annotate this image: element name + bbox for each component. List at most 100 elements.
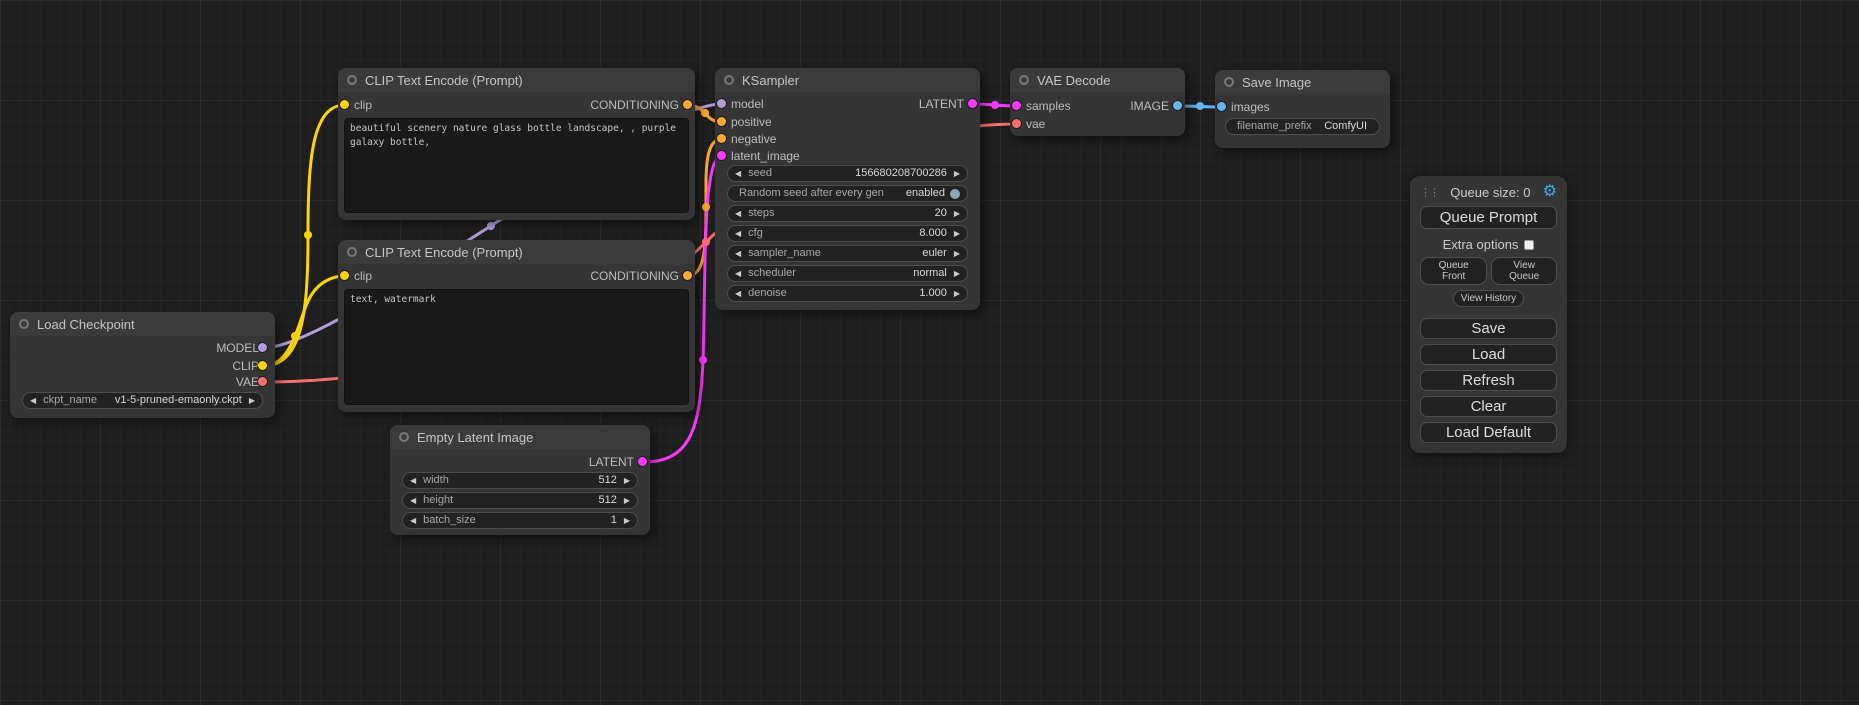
refresh-button[interactable]: Refresh <box>1420 370 1557 391</box>
random-seed-toggle-widget[interactable]: Random seed after every gen enabled <box>727 185 968 202</box>
collapse-dot-icon[interactable] <box>399 432 409 442</box>
collapse-dot-icon[interactable] <box>347 75 357 85</box>
node-title-bar[interactable]: CLIP Text Encode (Prompt) <box>338 240 695 264</box>
next-value-arrow-icon[interactable]: ▶ <box>954 250 960 258</box>
save-button[interactable]: Save <box>1420 318 1557 339</box>
prev-value-arrow-icon[interactable]: ◀ <box>735 270 741 278</box>
node-save-image[interactable]: Save Image images filename_prefix ComfyU… <box>1215 70 1390 148</box>
collapse-dot-icon[interactable] <box>347 247 357 257</box>
height-widget[interactable]: ◀ height 512 ▶ <box>402 492 638 509</box>
clear-button[interactable]: Clear <box>1420 396 1557 417</box>
clip-input-dot[interactable] <box>340 271 349 280</box>
node-title-bar[interactable]: VAE Decode <box>1010 68 1185 92</box>
sampler-name-widget[interactable]: ◀ sampler_name euler ▶ <box>727 245 968 262</box>
vae-output-label: VAE <box>236 375 259 389</box>
view-history-button[interactable]: View History <box>1453 290 1524 307</box>
clip-input-label: clip <box>354 269 372 283</box>
latent-output-dot[interactable] <box>968 99 977 108</box>
node-graph-canvas[interactable]: Load Checkpoint MODEL CLIP VAE ◀ ckpt_na… <box>0 0 1859 705</box>
image-output-dot[interactable] <box>1173 101 1182 110</box>
node-title: Empty Latent Image <box>417 430 533 445</box>
node-title-bar[interactable]: Save Image <box>1215 70 1390 94</box>
node-title-bar[interactable]: CLIP Text Encode (Prompt) <box>338 68 695 92</box>
collapse-dot-icon[interactable] <box>1224 77 1234 87</box>
negative-input-dot[interactable] <box>717 134 726 143</box>
width-widget[interactable]: ◀ width 512 ▶ <box>402 472 638 489</box>
view-queue-button[interactable]: View Queue <box>1491 257 1557 285</box>
clip-input-dot[interactable] <box>340 100 349 109</box>
collapse-dot-icon[interactable] <box>1019 75 1029 85</box>
node-vae-decode[interactable]: VAE Decode samples vae IMAGE <box>1010 68 1185 136</box>
clip-output-dot[interactable] <box>258 361 267 370</box>
next-value-arrow-icon[interactable]: ▶ <box>954 170 960 178</box>
vae-input-dot[interactable] <box>1012 119 1021 128</box>
seed-widget[interactable]: ◀ seed 156680208700286 ▶ <box>727 165 968 182</box>
load-default-button[interactable]: Load Default <box>1420 422 1557 443</box>
next-value-arrow-icon[interactable]: ▶ <box>624 497 630 505</box>
prev-value-arrow-icon[interactable]: ◀ <box>735 170 741 178</box>
model-input-dot[interactable] <box>717 99 726 108</box>
widget-label: sampler_name <box>748 248 821 259</box>
positive-prompt-textarea[interactable]: beautiful scenery nature glass bottle la… <box>344 118 689 213</box>
widget-value: 1.000 <box>919 288 947 299</box>
node-clip-text-encode-positive[interactable]: CLIP Text Encode (Prompt) clip CONDITION… <box>338 68 695 220</box>
positive-input-dot[interactable] <box>717 117 726 126</box>
samples-input-dot[interactable] <box>1012 101 1021 110</box>
node-clip-text-encode-negative[interactable]: CLIP Text Encode (Prompt) clip CONDITION… <box>338 240 695 412</box>
prev-value-arrow-icon[interactable]: ◀ <box>410 517 416 525</box>
next-value-arrow-icon[interactable]: ▶ <box>624 477 630 485</box>
latent-image-input-label: latent_image <box>731 149 800 163</box>
node-title-bar[interactable]: Load Checkpoint <box>10 312 275 336</box>
prev-value-arrow-icon[interactable]: ◀ <box>735 230 741 238</box>
next-value-arrow-icon[interactable]: ▶ <box>954 210 960 218</box>
steps-widget[interactable]: ◀ steps 20 ▶ <box>727 205 968 222</box>
next-value-arrow-icon[interactable]: ▶ <box>249 397 255 405</box>
node-load-checkpoint[interactable]: Load Checkpoint MODEL CLIP VAE ◀ ckpt_na… <box>10 312 275 418</box>
next-value-arrow-icon[interactable]: ▶ <box>954 230 960 238</box>
negative-prompt-textarea[interactable]: text, watermark <box>344 289 689 405</box>
node-title: CLIP Text Encode (Prompt) <box>365 73 523 88</box>
prev-value-arrow-icon[interactable]: ◀ <box>30 397 36 405</box>
node-empty-latent-image[interactable]: Empty Latent Image LATENT ◀ width 512 ▶ … <box>390 425 650 535</box>
next-value-arrow-icon[interactable]: ▶ <box>954 290 960 298</box>
prev-value-arrow-icon[interactable]: ◀ <box>735 250 741 258</box>
toggle-dot-icon[interactable] <box>950 189 960 199</box>
model-output-label: MODEL <box>216 341 259 355</box>
queue-prompt-button[interactable]: Queue Prompt <box>1420 206 1557 229</box>
prev-value-arrow-icon[interactable]: ◀ <box>410 477 416 485</box>
comfy-menu-panel[interactable]: ⋮⋮ Queue size: 0 ⚙ Queue Prompt Extra op… <box>1410 176 1567 453</box>
clip-input-label: clip <box>354 98 372 112</box>
conditioning-output-dot[interactable] <box>683 271 692 280</box>
image-output-label: IMAGE <box>1130 99 1169 113</box>
prev-value-arrow-icon[interactable]: ◀ <box>735 290 741 298</box>
collapse-dot-icon[interactable] <box>19 319 29 329</box>
extra-options-checkbox[interactable] <box>1524 240 1534 250</box>
node-title-bar[interactable]: KSampler <box>715 68 980 92</box>
ckpt-name-widget[interactable]: ◀ ckpt_name v1-5-pruned-emaonly.ckpt ▶ <box>22 392 263 409</box>
filename-prefix-widget[interactable]: filename_prefix ComfyUI <box>1225 118 1380 135</box>
vae-output-dot[interactable] <box>258 377 267 386</box>
images-input-dot[interactable] <box>1217 102 1226 111</box>
batch-size-widget[interactable]: ◀ batch_size 1 ▶ <box>402 512 638 529</box>
drag-handle-icon[interactable]: ⋮⋮ <box>1420 186 1438 199</box>
denoise-widget[interactable]: ◀ denoise 1.000 ▶ <box>727 285 968 302</box>
widget-value: enabled <box>906 188 945 199</box>
cfg-widget[interactable]: ◀ cfg 8.000 ▶ <box>727 225 968 242</box>
settings-gear-icon[interactable]: ⚙ <box>1543 184 1557 200</box>
model-input-label: model <box>731 97 764 111</box>
next-value-arrow-icon[interactable]: ▶ <box>954 270 960 278</box>
prev-value-arrow-icon[interactable]: ◀ <box>410 497 416 505</box>
queue-front-button[interactable]: Queue Front <box>1420 257 1487 285</box>
latent-output-dot[interactable] <box>638 457 647 466</box>
node-title-bar[interactable]: Empty Latent Image <box>390 425 650 449</box>
node-title: CLIP Text Encode (Prompt) <box>365 245 523 260</box>
scheduler-widget[interactable]: ◀ scheduler normal ▶ <box>727 265 968 282</box>
collapse-dot-icon[interactable] <box>724 75 734 85</box>
conditioning-output-dot[interactable] <box>683 100 692 109</box>
next-value-arrow-icon[interactable]: ▶ <box>624 517 630 525</box>
node-ksampler[interactable]: KSampler model positive negative latent_… <box>715 68 980 310</box>
prev-value-arrow-icon[interactable]: ◀ <box>735 210 741 218</box>
load-button[interactable]: Load <box>1420 344 1557 365</box>
model-output-dot[interactable] <box>258 343 267 352</box>
latent-image-input-dot[interactable] <box>717 151 726 160</box>
